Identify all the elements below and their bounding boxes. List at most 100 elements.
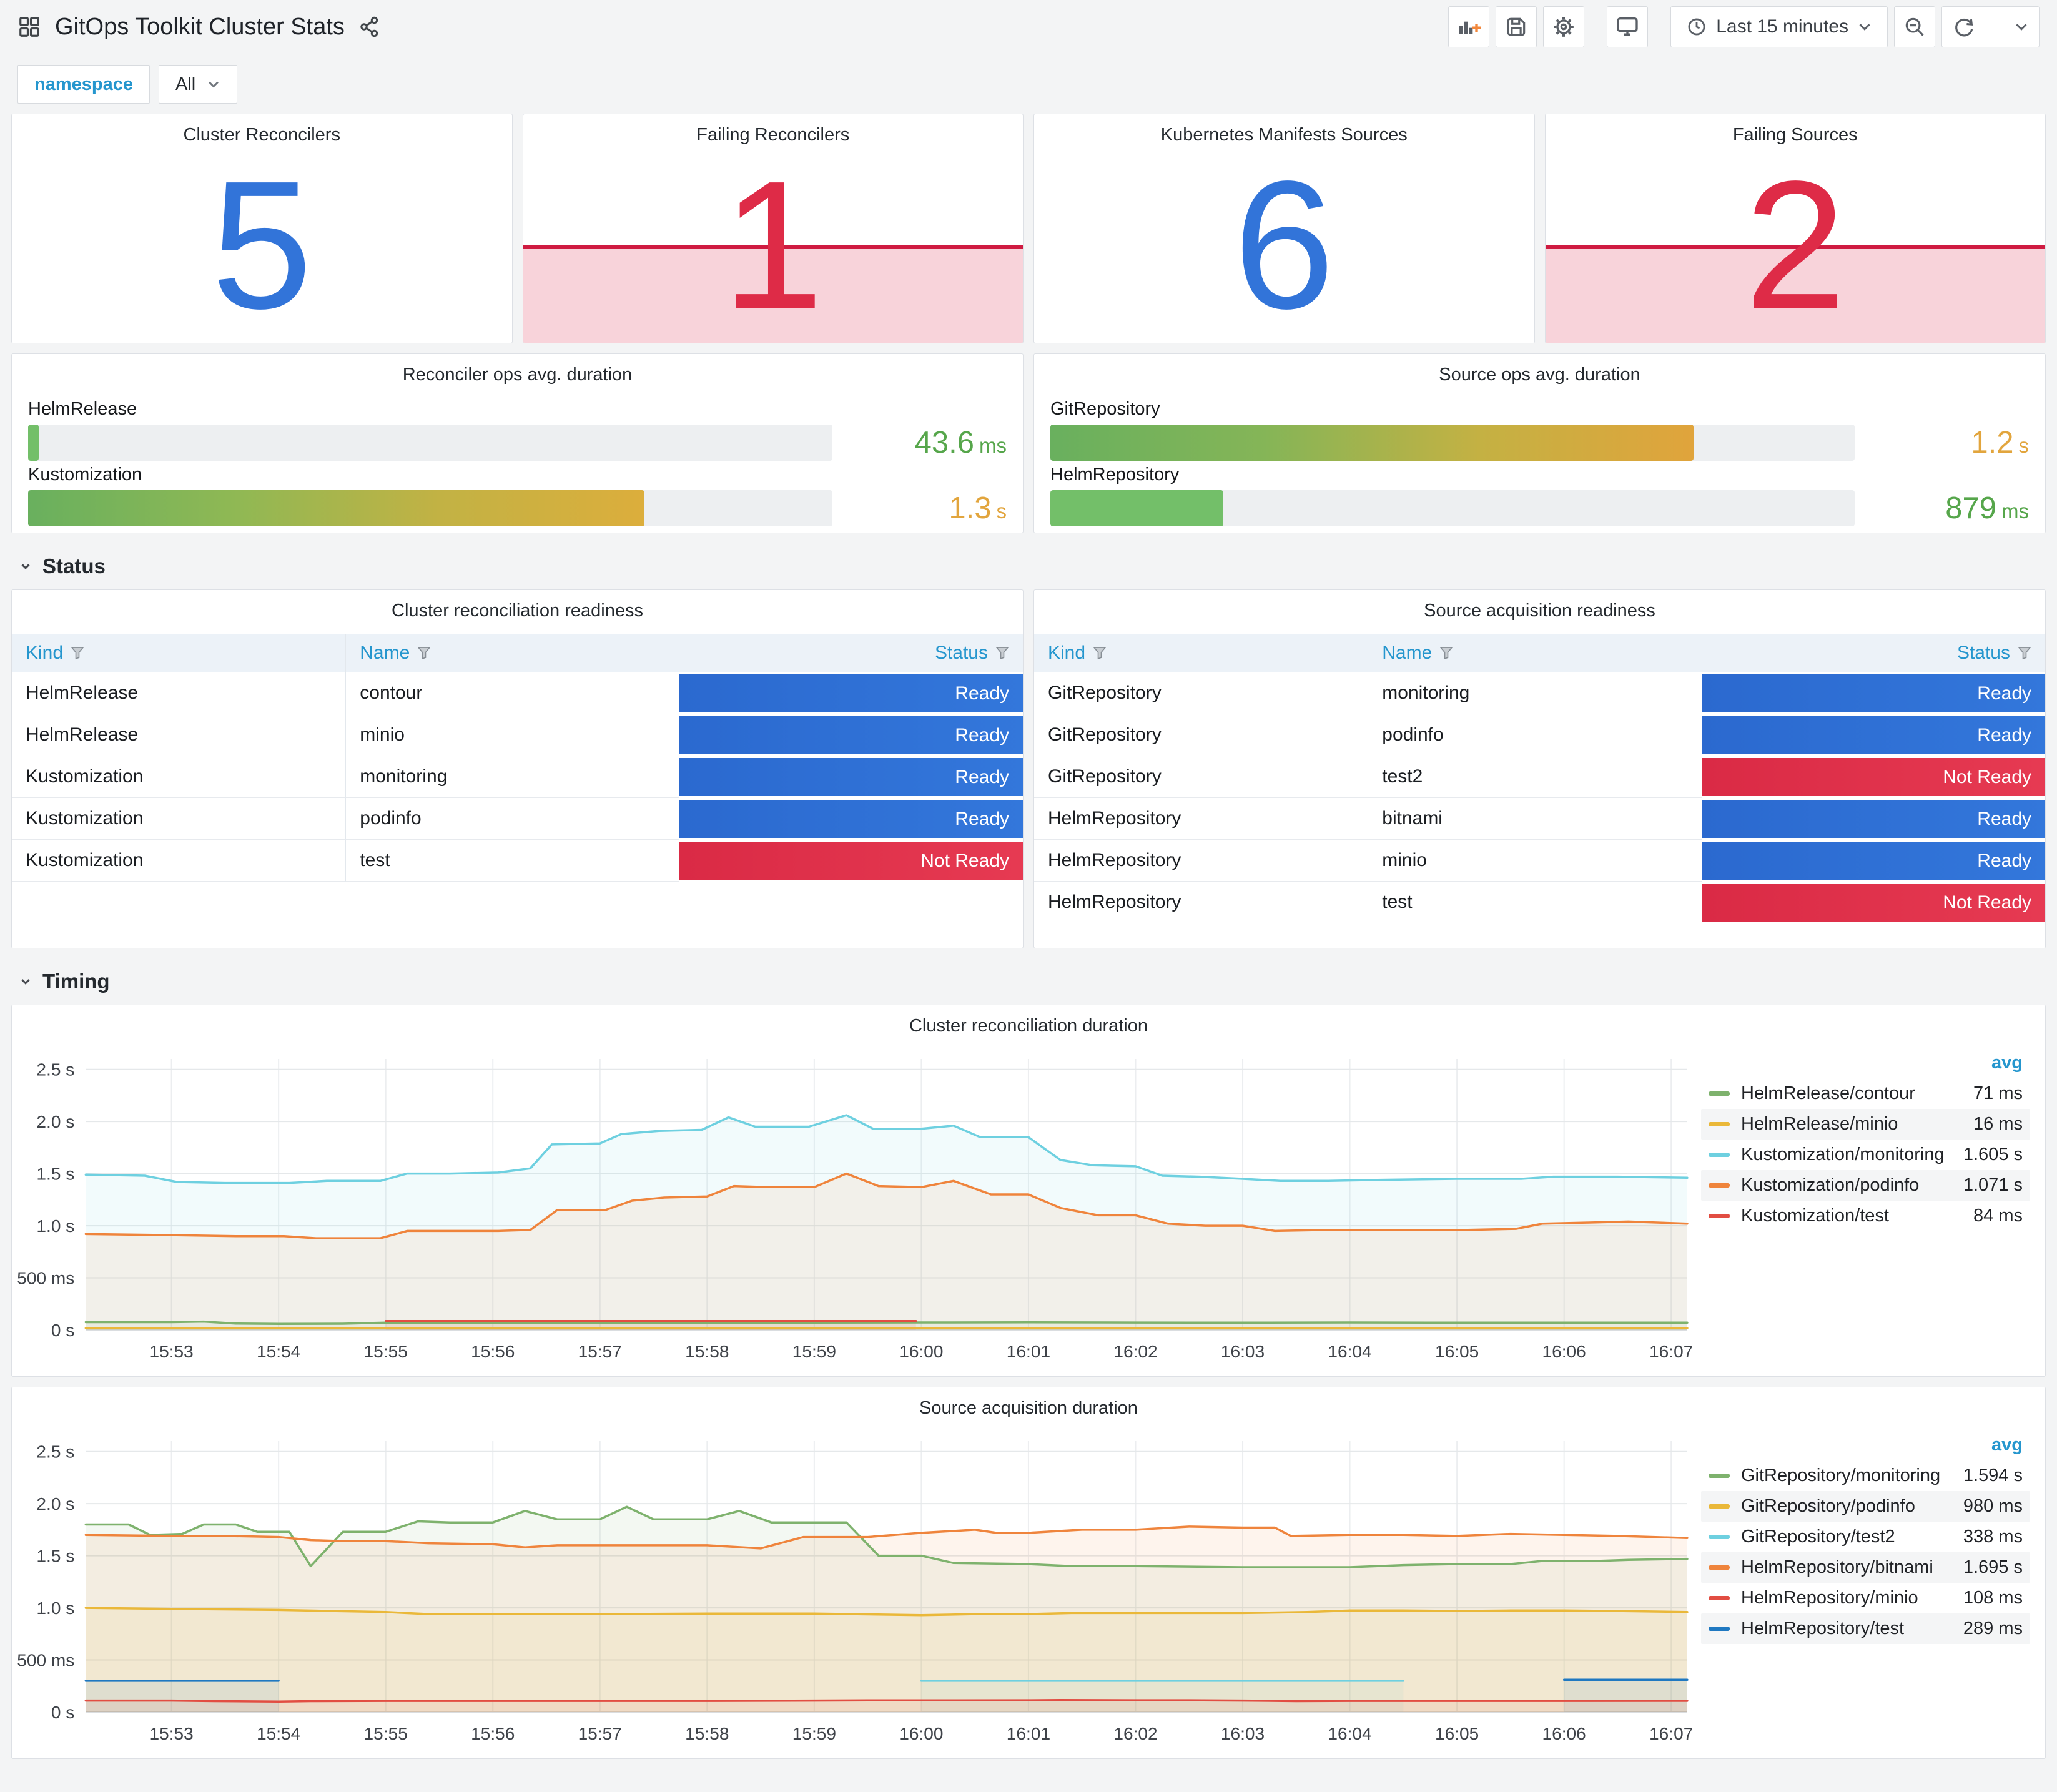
gauge-value: 879 <box>1945 491 1996 525</box>
legend-series-name[interactable]: HelmRepository/bitnami <box>1741 1557 1933 1578</box>
column-header-status[interactable]: Status <box>679 634 1023 672</box>
legend-series-name[interactable]: Kustomization/podinfo <box>1741 1175 1923 1196</box>
legend-item[interactable]: Kustomization/monitoring 1.605 s <box>1701 1140 2030 1170</box>
panel-title[interactable]: Cluster reconciliation duration <box>12 1005 2045 1046</box>
gauge-value: 43.6 <box>914 426 974 460</box>
zoom-out-button[interactable] <box>1894 6 1935 47</box>
legend-series-avg: 1.071 s <box>1963 1175 2023 1195</box>
time-series-plot[interactable]: 0 s 500 ms 1.0 s 1.5 s 2.0 s 2.5 s 15:53 15:54 1… <box>16 1429 1701 1753</box>
gauge-unit: s <box>996 500 1007 523</box>
column-header-kind[interactable]: Kind <box>12 634 345 672</box>
save-dashboard-button[interactable] <box>1496 6 1537 47</box>
legend-series-name[interactable]: GitRepository/test2 <box>1741 1527 1923 1547</box>
svg-text:15:53: 15:53 <box>149 1724 193 1743</box>
filter-funnel-icon[interactable] <box>995 646 1009 660</box>
svg-text:16:03: 16:03 <box>1221 1342 1265 1361</box>
cell-kind: GitRepository <box>1034 714 1368 756</box>
refresh-button[interactable] <box>1942 7 1986 47</box>
legend-series-color <box>1709 1565 1730 1570</box>
dashboard-page: GitOps Toolkit Cluster Stats Last 15 min… <box>0 0 2057 1763</box>
cell-name: test <box>1368 882 1702 923</box>
time-series-plot[interactable]: 0 s 500 ms 1.0 s 1.5 s 2.0 s 2.5 s 15:53 15:54 1… <box>16 1046 1701 1371</box>
svg-text:16:04: 16:04 <box>1328 1342 1371 1361</box>
legend-avg-header[interactable]: avg <box>1701 1049 2030 1078</box>
table-header-row: Kind Name Status <box>1034 634 2045 672</box>
cell-name: monitoring <box>1368 672 1702 714</box>
svg-text:15:55: 15:55 <box>364 1342 408 1361</box>
table-row: GitRepository monitoring Ready <box>1034 672 2045 714</box>
section-header-status[interactable]: Status <box>11 543 2046 579</box>
legend-item[interactable]: GitRepository/test2 338 ms <box>1701 1522 2030 1552</box>
legend-series-avg: 1.605 s <box>1963 1145 2023 1164</box>
table-row: HelmRelease minio Ready <box>12 714 1023 756</box>
filter-funnel-icon[interactable] <box>71 646 84 660</box>
column-header-name[interactable]: Name <box>345 634 679 672</box>
panel-title[interactable]: Reconciler ops avg. duration <box>12 354 1023 395</box>
dashboard-settings-button[interactable] <box>1543 6 1585 47</box>
gauge-label: HelmRelease <box>28 399 137 419</box>
legend-series-name[interactable]: Kustomization/test <box>1741 1206 1923 1226</box>
svg-text:2.0 s: 2.0 s <box>36 1112 74 1131</box>
legend-series-name[interactable]: Kustomization/monitoring <box>1741 1145 1945 1165</box>
chevron-down-icon <box>1857 19 1872 34</box>
share-icon[interactable] <box>358 16 381 38</box>
legend-series-name[interactable]: HelmRelease/contour <box>1741 1083 1923 1104</box>
gauge-unit: ms <box>979 434 1007 457</box>
filter-funnel-icon[interactable] <box>417 646 431 660</box>
gauge-fill <box>28 490 644 526</box>
gauge-unit: ms <box>2001 500 2029 523</box>
legend-series-color <box>1709 1122 1730 1126</box>
legend-item[interactable]: HelmRepository/test 289 ms <box>1701 1613 2030 1644</box>
dashboards-grid-icon[interactable] <box>17 15 41 39</box>
legend-series-name[interactable]: GitRepository/monitoring <box>1741 1465 1940 1486</box>
column-header-kind[interactable]: Kind <box>1034 634 1368 672</box>
panel-title[interactable]: Source acquisition readiness <box>1034 590 2045 631</box>
status-badge: Ready <box>1701 714 2045 756</box>
legend-series-avg: 84 ms <box>1973 1206 2023 1226</box>
legend-avg-header[interactable]: avg <box>1701 1431 2030 1460</box>
legend-item[interactable]: HelmRelease/contour 71 ms <box>1701 1078 2030 1109</box>
column-header-name[interactable]: Name <box>1368 634 1701 672</box>
legend-item[interactable]: HelmRepository/minio 108 ms <box>1701 1583 2030 1613</box>
legend-item[interactable]: Kustomization/podinfo 1.071 s <box>1701 1170 2030 1201</box>
status-badge: Not Ready <box>1701 882 2045 923</box>
add-panel-button[interactable] <box>1448 6 1490 47</box>
legend-item[interactable]: Kustomization/test 84 ms <box>1701 1201 2030 1231</box>
refresh-interval-dropdown[interactable] <box>2004 7 2039 47</box>
cell-name: minio <box>345 714 679 756</box>
legend-series-color <box>1709 1214 1730 1218</box>
cell-name: podinfo <box>1368 714 1702 756</box>
svg-text:15:55: 15:55 <box>364 1724 408 1743</box>
gauge-track <box>28 425 832 461</box>
filter-funnel-icon[interactable] <box>1093 646 1107 660</box>
time-range-picker[interactable]: Last 15 minutes <box>1670 6 1888 47</box>
cell-kind: Kustomization <box>12 840 346 882</box>
namespace-variable-label[interactable]: namespace <box>17 65 150 104</box>
panel-title[interactable]: Source ops avg. duration <box>1034 354 2045 395</box>
panel-title[interactable]: Source acquisition duration <box>12 1387 2045 1429</box>
table-row: Kustomization monitoring Ready <box>12 756 1023 798</box>
table-header-row: Kind Name Status <box>12 634 1023 672</box>
legend-series-name[interactable]: HelmRelease/minio <box>1741 1114 1923 1135</box>
column-header-status[interactable]: Status <box>1702 634 2045 672</box>
legend-series-name[interactable]: HelmRepository/test <box>1741 1618 1923 1639</box>
status-badge: Ready <box>1701 798 2045 840</box>
svg-text:15:54: 15:54 <box>257 1342 300 1361</box>
legend-item[interactable]: HelmRelease/minio 16 ms <box>1701 1109 2030 1140</box>
status-badge: Ready <box>679 798 1023 840</box>
filter-funnel-icon[interactable] <box>1439 646 1453 660</box>
legend-item[interactable]: GitRepository/monitoring 1.594 s <box>1701 1460 2030 1491</box>
filter-funnel-icon[interactable] <box>2018 646 2031 660</box>
legend-series-avg: 71 ms <box>1973 1083 2023 1103</box>
legend-item[interactable]: GitRepository/podinfo 980 ms <box>1701 1491 2030 1522</box>
panel-title[interactable]: Cluster reconciliation readiness <box>12 590 1023 631</box>
namespace-variable-value[interactable]: All <box>159 65 238 104</box>
stat-row: Cluster Reconcilers 5 Failing Reconciler… <box>11 114 2046 343</box>
legend-series-name[interactable]: HelmRepository/minio <box>1741 1588 1923 1608</box>
legend-item[interactable]: HelmRepository/bitnami 1.695 s <box>1701 1552 2030 1583</box>
legend-series-avg: 980 ms <box>1963 1496 2023 1516</box>
legend-series-name[interactable]: GitRepository/podinfo <box>1741 1496 1923 1517</box>
legend-series-avg: 289 ms <box>1963 1618 2023 1638</box>
cycle-view-mode-button[interactable] <box>1607 6 1649 47</box>
section-header-timing[interactable]: Timing <box>11 958 2046 995</box>
